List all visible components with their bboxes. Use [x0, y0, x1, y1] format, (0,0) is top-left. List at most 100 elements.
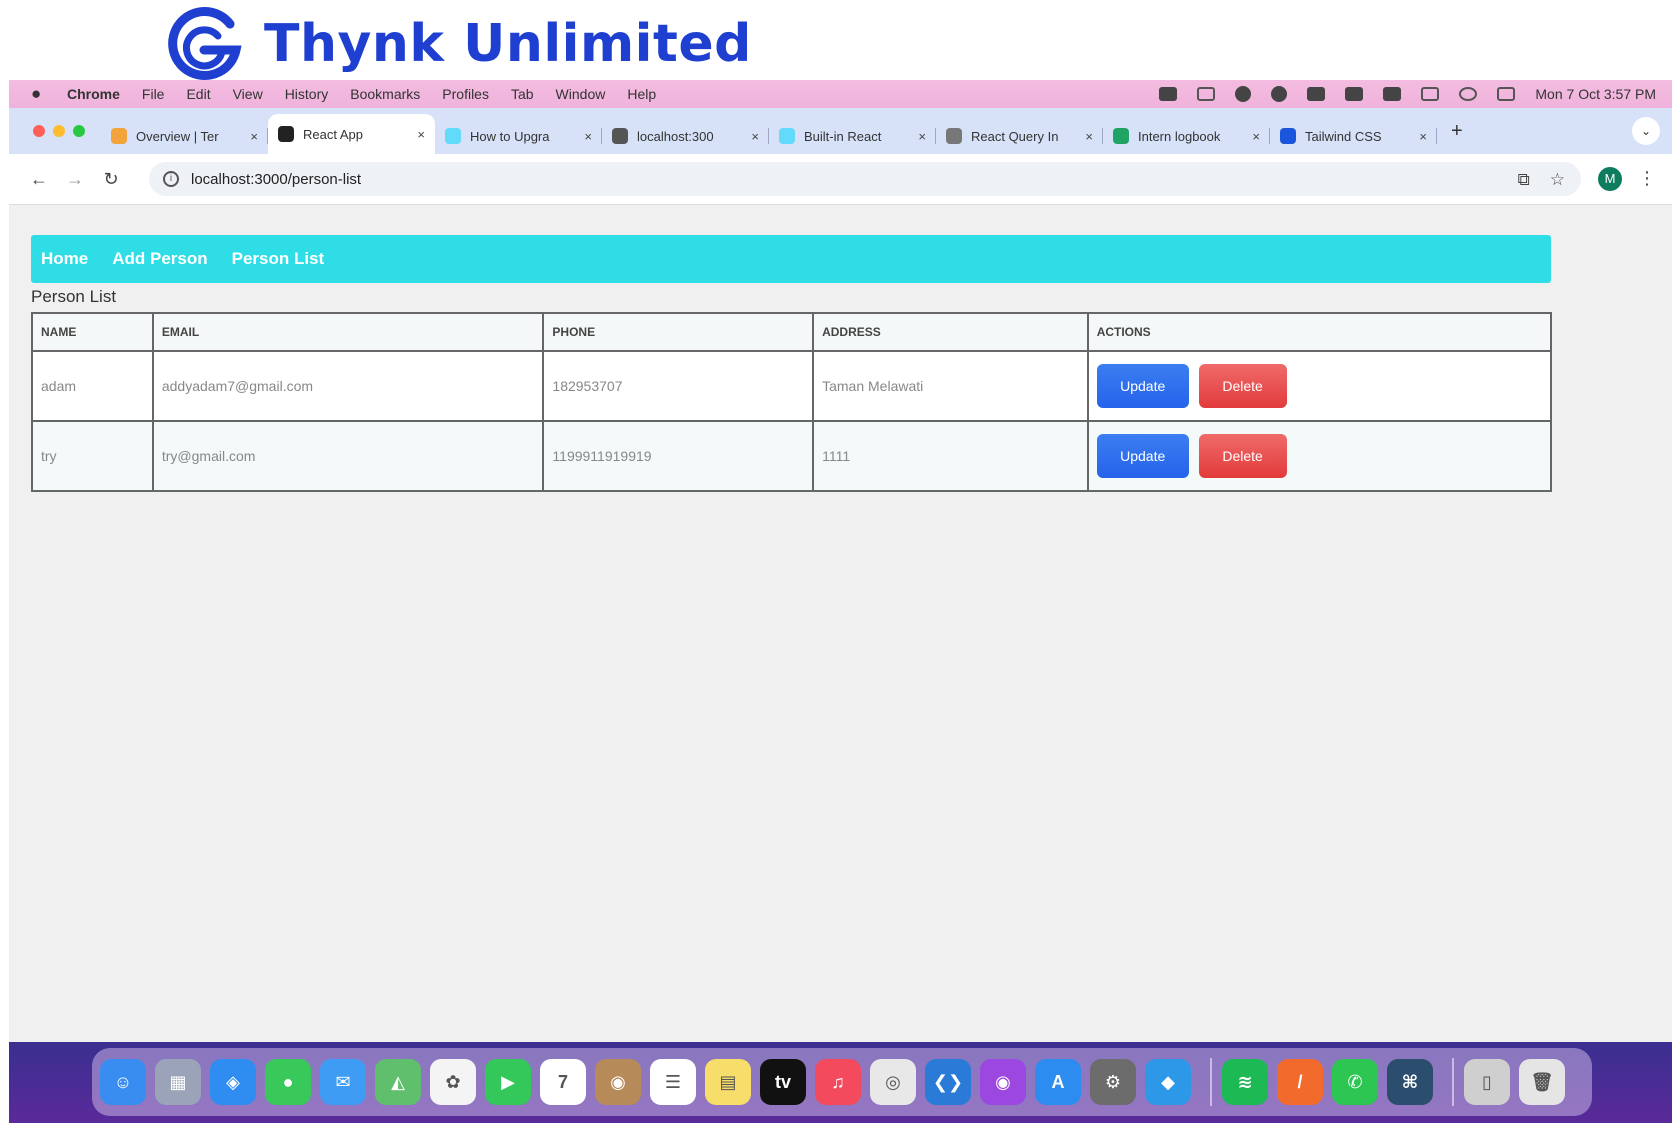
- tab-close-icon[interactable]: ×: [250, 129, 258, 144]
- dock-messages-icon[interactable]: ●: [265, 1059, 311, 1105]
- nav-home-link[interactable]: Home: [41, 249, 88, 269]
- close-window-button[interactable]: [33, 125, 45, 137]
- menu-view[interactable]: View: [233, 86, 263, 102]
- dock-iphone-mirroring-icon[interactable]: ▯: [1464, 1059, 1510, 1105]
- tab-favicon-icon: [1113, 128, 1129, 144]
- tab-close-icon[interactable]: ×: [918, 129, 926, 144]
- dock-sublime-pencil-icon[interactable]: /: [1277, 1059, 1323, 1105]
- table-row: try try@gmail.com 1199911919919 1111 Upd…: [31, 420, 1553, 492]
- menu-bookmarks[interactable]: Bookmarks: [350, 86, 420, 102]
- app-status-icon[interactable]: [1235, 86, 1252, 102]
- browser-tab[interactable]: Overview | Ter ×: [101, 118, 268, 154]
- page-title: Person List: [31, 287, 117, 306]
- status-app-icon[interactable]: [1159, 87, 1178, 101]
- browser-tab[interactable]: Tailwind CSS ×: [1270, 118, 1437, 154]
- menu-app-name[interactable]: Chrome: [67, 86, 120, 102]
- tab-close-icon[interactable]: ×: [584, 129, 592, 144]
- nav-add-person-link[interactable]: Add Person: [112, 249, 207, 269]
- apple-icon[interactable]: ●: [31, 84, 49, 104]
- update-button[interactable]: Update: [1096, 434, 1189, 478]
- dock-calendar-icon[interactable]: 7: [540, 1059, 586, 1105]
- browser-tab[interactable]: localhost:300 ×: [602, 118, 769, 154]
- install-app-icon[interactable]: ⧉: [1518, 170, 1530, 190]
- dock-whatsapp-icon[interactable]: ✆: [1332, 1059, 1378, 1105]
- menu-edit[interactable]: Edit: [186, 86, 210, 102]
- page-viewport: Home Add Person Person List Person List …: [9, 204, 1672, 1043]
- menu-help[interactable]: Help: [627, 86, 656, 102]
- dock-system-settings-icon[interactable]: ⚙: [1090, 1059, 1136, 1105]
- new-tab-button[interactable]: +: [1451, 120, 1463, 143]
- tab-close-icon[interactable]: ×: [1419, 129, 1427, 144]
- display-icon[interactable]: [1307, 87, 1326, 101]
- tab-close-icon[interactable]: ×: [1085, 129, 1093, 144]
- minimize-window-button[interactable]: [53, 125, 65, 137]
- mac-menu-bar: ● Chrome File Edit View History Bookmark…: [9, 80, 1672, 108]
- menu-history[interactable]: History: [285, 86, 329, 102]
- dock-app-store-icon[interactable]: A: [1035, 1059, 1081, 1105]
- vpn-icon[interactable]: [1271, 86, 1288, 102]
- dock-separator: [1210, 1058, 1212, 1106]
- spotlight-search-icon[interactable]: [1459, 87, 1478, 101]
- browser-menu-icon[interactable]: ⋮: [1638, 168, 1656, 189]
- tab-favicon-icon: [1280, 128, 1296, 144]
- bookmark-star-icon[interactable]: ☆: [1550, 170, 1565, 190]
- tab-search-chevron-icon[interactable]: ⌄: [1632, 117, 1660, 145]
- battery-icon[interactable]: [1383, 87, 1402, 101]
- dock-launchpad-icon[interactable]: ▦: [155, 1059, 201, 1105]
- menu-window[interactable]: Window: [556, 86, 606, 102]
- cell-email: try@gmail.com: [151, 420, 545, 492]
- dock-podcasts-icon[interactable]: ◉: [980, 1059, 1026, 1105]
- url-text[interactable]: localhost:3000/person-list: [191, 171, 361, 188]
- delete-button[interactable]: Delete: [1198, 364, 1287, 408]
- browser-tab[interactable]: React App ×: [268, 114, 435, 154]
- back-arrow-icon[interactable]: ←: [21, 169, 57, 190]
- menu-profiles[interactable]: Profiles: [442, 86, 489, 102]
- zoom-window-button[interactable]: [73, 125, 85, 137]
- control-center-icon[interactable]: [1497, 87, 1516, 101]
- menu-clock[interactable]: Mon 7 Oct 3:57 PM: [1535, 86, 1656, 102]
- dock-chrome-icon[interactable]: ◎: [870, 1059, 916, 1105]
- dock-facetime-icon[interactable]: ▶: [485, 1059, 531, 1105]
- dock-mysql-workbench-icon[interactable]: ⌘: [1387, 1059, 1433, 1105]
- menu-file[interactable]: File: [142, 86, 165, 102]
- site-info-icon[interactable]: i: [163, 171, 179, 187]
- dock-vscode-icon[interactable]: ❮❯: [925, 1059, 971, 1105]
- dock-maps-icon[interactable]: ◭: [375, 1059, 421, 1105]
- dock-music-icon[interactable]: ♫: [815, 1059, 861, 1105]
- profile-avatar[interactable]: M: [1598, 167, 1622, 191]
- dock-spotify-icon[interactable]: ≋: [1222, 1059, 1268, 1105]
- dock-contacts-icon[interactable]: ◉: [595, 1059, 641, 1105]
- tab-title: Built-in React: [804, 128, 882, 144]
- wifi-icon[interactable]: [1421, 87, 1440, 101]
- dock-mail-icon[interactable]: ✉: [320, 1059, 366, 1105]
- input-source-icon[interactable]: [1345, 87, 1364, 101]
- menu-tab[interactable]: Tab: [511, 86, 534, 102]
- nav-person-list-link[interactable]: Person List: [232, 249, 325, 269]
- column-header-actions: ACTIONS: [1086, 312, 1553, 352]
- tab-close-icon[interactable]: ×: [1252, 129, 1260, 144]
- dock-trash-icon[interactable]: 🗑: [1519, 1059, 1565, 1105]
- dock-apple-tv-icon[interactable]: tv: [760, 1059, 806, 1105]
- address-bar[interactable]: i localhost:3000/person-list ⧉ ☆: [149, 162, 1581, 196]
- dock-reminders-icon[interactable]: ☰: [650, 1059, 696, 1105]
- dock-finder-icon[interactable]: ☺: [100, 1059, 146, 1105]
- dock-photos-icon[interactable]: ✿: [430, 1059, 476, 1105]
- cell-actions: Update Delete: [1086, 420, 1553, 492]
- browser-toolbar: ← → ↻ i localhost:3000/person-list ⧉ ☆ M…: [9, 154, 1672, 204]
- forward-arrow-icon[interactable]: →: [57, 169, 93, 190]
- cloud-icon[interactable]: [1197, 87, 1216, 101]
- delete-button[interactable]: Delete: [1198, 434, 1287, 478]
- tab-close-icon[interactable]: ×: [751, 129, 759, 144]
- dock-notes-icon[interactable]: ▤: [705, 1059, 751, 1105]
- browser-tab[interactable]: Intern logbook ×: [1103, 118, 1270, 154]
- brand-name: Thynk Unlimited: [264, 14, 752, 74]
- tab-close-icon[interactable]: ×: [417, 127, 425, 142]
- reload-icon[interactable]: ↻: [93, 169, 129, 190]
- browser-tab[interactable]: Built-in React ×: [769, 118, 936, 154]
- browser-tab[interactable]: How to Upgra ×: [435, 118, 602, 154]
- update-button[interactable]: Update: [1096, 364, 1189, 408]
- tab-favicon-icon: [946, 128, 962, 144]
- dock-safari-icon[interactable]: ◈: [210, 1059, 256, 1105]
- browser-tab[interactable]: React Query In ×: [936, 118, 1103, 154]
- dock-docker-icon[interactable]: ◆: [1145, 1059, 1191, 1105]
